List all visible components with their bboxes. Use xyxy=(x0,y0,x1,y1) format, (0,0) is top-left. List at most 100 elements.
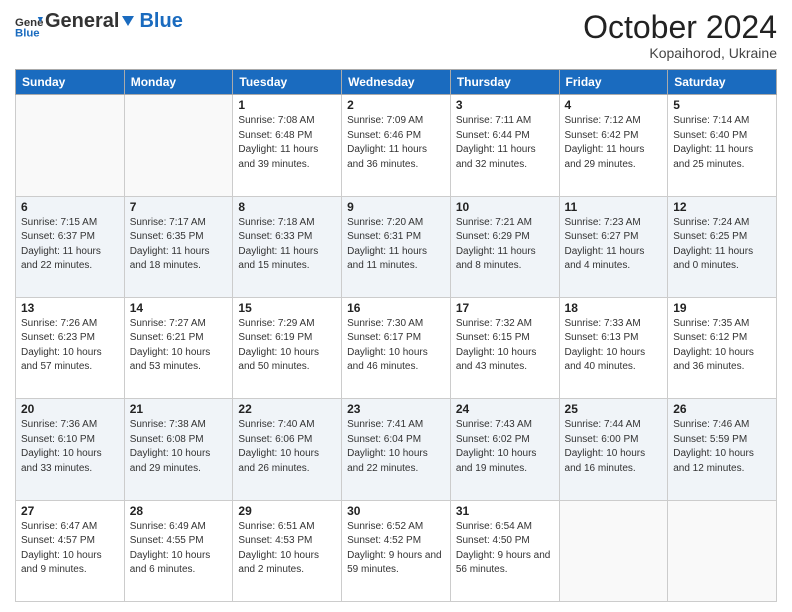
day-number: 22 xyxy=(238,402,336,416)
day-info: Sunrise: 7:18 AM Sunset: 6:33 PM Dayligh… xyxy=(238,216,336,274)
day-info: Sunrise: 7:35 AM Sunset: 6:12 PM Dayligh… xyxy=(673,317,771,375)
logo-text: General Blue xyxy=(45,10,183,33)
day-info: Sunrise: 7:36 AM Sunset: 6:10 PM Dayligh… xyxy=(21,418,119,476)
day-number: 31 xyxy=(456,504,554,518)
day-info: Sunrise: 7:30 AM Sunset: 6:17 PM Dayligh… xyxy=(347,317,445,375)
day-number: 3 xyxy=(456,98,554,112)
calendar-cell: 11 Sunrise: 7:23 AM Sunset: 6:27 PM Dayli… xyxy=(559,196,668,297)
calendar-week-row: 1 Sunrise: 7:08 AM Sunset: 6:48 PM Daylig… xyxy=(16,95,777,196)
day-info: Sunrise: 7:20 AM Sunset: 6:31 PM Dayligh… xyxy=(347,216,445,274)
calendar-cell: 31 Sunrise: 6:54 AM Sunset: 4:50 PM Dayli… xyxy=(450,500,559,601)
day-number: 11 xyxy=(565,200,663,214)
day-number: 6 xyxy=(21,200,119,214)
col-thursday: Thursday xyxy=(450,70,559,95)
day-number: 12 xyxy=(673,200,771,214)
day-number: 8 xyxy=(238,200,336,214)
day-info: Sunrise: 7:38 AM Sunset: 6:08 PM Dayligh… xyxy=(130,418,228,476)
col-tuesday: Tuesday xyxy=(233,70,342,95)
calendar-cell: 15Sunrise: 7:29 AM Sunset: 6:19 PM Dayli… xyxy=(233,297,342,398)
calendar-cell: 4 Sunrise: 7:12 AM Sunset: 6:42 PM Daylig… xyxy=(559,95,668,196)
day-number: 9 xyxy=(347,200,445,214)
day-info: Sunrise: 7:27 AM Sunset: 6:21 PM Dayligh… xyxy=(130,317,228,375)
calendar-header-row: Sunday Monday Tuesday Wednesday Thursday… xyxy=(16,70,777,95)
page: General Blue General Blue October 2024 K… xyxy=(0,0,792,612)
day-number: 7 xyxy=(130,200,228,214)
calendar-cell: 28 Sunrise: 6:49 AM Sunset: 4:55 PM Dayli… xyxy=(124,500,233,601)
calendar-cell: 17Sunrise: 7:32 AM Sunset: 6:15 PM Dayli… xyxy=(450,297,559,398)
day-info: Sunrise: 7:08 AM Sunset: 6:48 PM Dayligh… xyxy=(238,114,336,172)
calendar-cell xyxy=(668,500,777,601)
day-number: 19 xyxy=(673,301,771,315)
day-info: Sunrise: 7:11 AM Sunset: 6:44 PM Dayligh… xyxy=(456,114,554,172)
day-info: Sunrise: 7:12 AM Sunset: 6:42 PM Dayligh… xyxy=(565,114,663,172)
calendar-cell: 2 Sunrise: 7:09 AM Sunset: 6:46 PM Daylig… xyxy=(342,95,451,196)
day-info: Sunrise: 6:54 AM Sunset: 4:50 PM Dayligh… xyxy=(456,520,554,578)
col-monday: Monday xyxy=(124,70,233,95)
calendar-cell: 8 Sunrise: 7:18 AM Sunset: 6:33 PM Daylig… xyxy=(233,196,342,297)
day-info: Sunrise: 7:44 AM Sunset: 6:00 PM Dayligh… xyxy=(565,418,663,476)
month-year-title: October 2024 xyxy=(583,10,777,45)
day-number: 26 xyxy=(673,402,771,416)
day-info: Sunrise: 7:17 AM Sunset: 6:35 PM Dayligh… xyxy=(130,216,228,274)
day-number: 16 xyxy=(347,301,445,315)
day-info: Sunrise: 7:26 AM Sunset: 6:23 PM Dayligh… xyxy=(21,317,119,375)
calendar-cell: 23Sunrise: 7:41 AM Sunset: 6:04 PM Dayli… xyxy=(342,399,451,500)
calendar-cell: 5 Sunrise: 7:14 AM Sunset: 6:40 PM Daylig… xyxy=(668,95,777,196)
calendar-cell: 24Sunrise: 7:43 AM Sunset: 6:02 PM Dayli… xyxy=(450,399,559,500)
day-info: Sunrise: 7:46 AM Sunset: 5:59 PM Dayligh… xyxy=(673,418,771,476)
day-number: 4 xyxy=(565,98,663,112)
day-info: Sunrise: 7:09 AM Sunset: 6:46 PM Dayligh… xyxy=(347,114,445,172)
day-number: 13 xyxy=(21,301,119,315)
logo-general: General xyxy=(45,10,119,33)
col-saturday: Saturday xyxy=(668,70,777,95)
calendar-cell: 9 Sunrise: 7:20 AM Sunset: 6:31 PM Daylig… xyxy=(342,196,451,297)
calendar-week-row: 13 Sunrise: 7:26 AM Sunset: 6:23 PM Dayli… xyxy=(16,297,777,398)
logo: General Blue xyxy=(15,10,45,38)
day-number: 20 xyxy=(21,402,119,416)
calendar-cell: 29 Sunrise: 6:51 AM Sunset: 4:53 PM Dayli… xyxy=(233,500,342,601)
calendar-week-row: 20 Sunrise: 7:36 AM Sunset: 6:10 PM Dayli… xyxy=(16,399,777,500)
day-number: 23 xyxy=(347,402,445,416)
day-info: Sunrise: 7:33 AM Sunset: 6:13 PM Dayligh… xyxy=(565,317,663,375)
day-number: 10 xyxy=(456,200,554,214)
calendar-cell: 22 Sunrise: 7:40 AM Sunset: 6:06 PM Dayli… xyxy=(233,399,342,500)
day-info: Sunrise: 6:49 AM Sunset: 4:55 PM Dayligh… xyxy=(130,520,228,578)
day-info: Sunrise: 6:47 AM Sunset: 4:57 PM Dayligh… xyxy=(21,520,119,578)
day-number: 30 xyxy=(347,504,445,518)
calendar-cell: 1 Sunrise: 7:08 AM Sunset: 6:48 PM Daylig… xyxy=(233,95,342,196)
calendar-cell: 21 Sunrise: 7:38 AM Sunset: 6:08 PM Dayli… xyxy=(124,399,233,500)
col-sunday: Sunday xyxy=(16,70,125,95)
title-block: October 2024 Kopaihorod, Ukraine xyxy=(583,10,777,61)
day-info: Sunrise: 7:40 AM Sunset: 6:06 PM Dayligh… xyxy=(238,418,336,476)
day-number: 28 xyxy=(130,504,228,518)
day-info: Sunrise: 7:43 AM Sunset: 6:02 PM Dayligh… xyxy=(456,418,554,476)
location-subtitle: Kopaihorod, Ukraine xyxy=(583,45,777,61)
day-number: 1 xyxy=(238,98,336,112)
day-number: 2 xyxy=(347,98,445,112)
day-info: Sunrise: 7:21 AM Sunset: 6:29 PM Dayligh… xyxy=(456,216,554,274)
calendar-table: Sunday Monday Tuesday Wednesday Thursday… xyxy=(15,69,777,602)
day-info: Sunrise: 6:51 AM Sunset: 4:53 PM Dayligh… xyxy=(238,520,336,578)
day-number: 29 xyxy=(238,504,336,518)
day-info: Sunrise: 7:32 AM Sunset: 6:15 PM Dayligh… xyxy=(456,317,554,375)
calendar-cell: 13 Sunrise: 7:26 AM Sunset: 6:23 PM Dayli… xyxy=(16,297,125,398)
day-info: Sunrise: 7:14 AM Sunset: 6:40 PM Dayligh… xyxy=(673,114,771,172)
day-number: 15 xyxy=(238,301,336,315)
logo-arrow-icon xyxy=(119,13,137,31)
calendar-week-row: 6Sunrise: 7:15 AM Sunset: 6:37 PM Daylig… xyxy=(16,196,777,297)
calendar-cell: 10 Sunrise: 7:21 AM Sunset: 6:29 PM Dayli… xyxy=(450,196,559,297)
calendar-cell xyxy=(16,95,125,196)
calendar-cell: 6Sunrise: 7:15 AM Sunset: 6:37 PM Daylig… xyxy=(16,196,125,297)
calendar-cell: 26 Sunrise: 7:46 AM Sunset: 5:59 PM Dayli… xyxy=(668,399,777,500)
calendar-cell: 30Sunrise: 6:52 AM Sunset: 4:52 PM Dayli… xyxy=(342,500,451,601)
calendar-cell: 27Sunrise: 6:47 AM Sunset: 4:57 PM Dayli… xyxy=(16,500,125,601)
day-info: Sunrise: 7:23 AM Sunset: 6:27 PM Dayligh… xyxy=(565,216,663,274)
calendar-week-row: 27Sunrise: 6:47 AM Sunset: 4:57 PM Dayli… xyxy=(16,500,777,601)
day-number: 25 xyxy=(565,402,663,416)
day-number: 5 xyxy=(673,98,771,112)
logo-icon: General Blue xyxy=(15,10,43,38)
calendar-cell: 3 Sunrise: 7:11 AM Sunset: 6:44 PM Daylig… xyxy=(450,95,559,196)
calendar-cell: 14Sunrise: 7:27 AM Sunset: 6:21 PM Dayli… xyxy=(124,297,233,398)
day-number: 21 xyxy=(130,402,228,416)
day-number: 18 xyxy=(565,301,663,315)
